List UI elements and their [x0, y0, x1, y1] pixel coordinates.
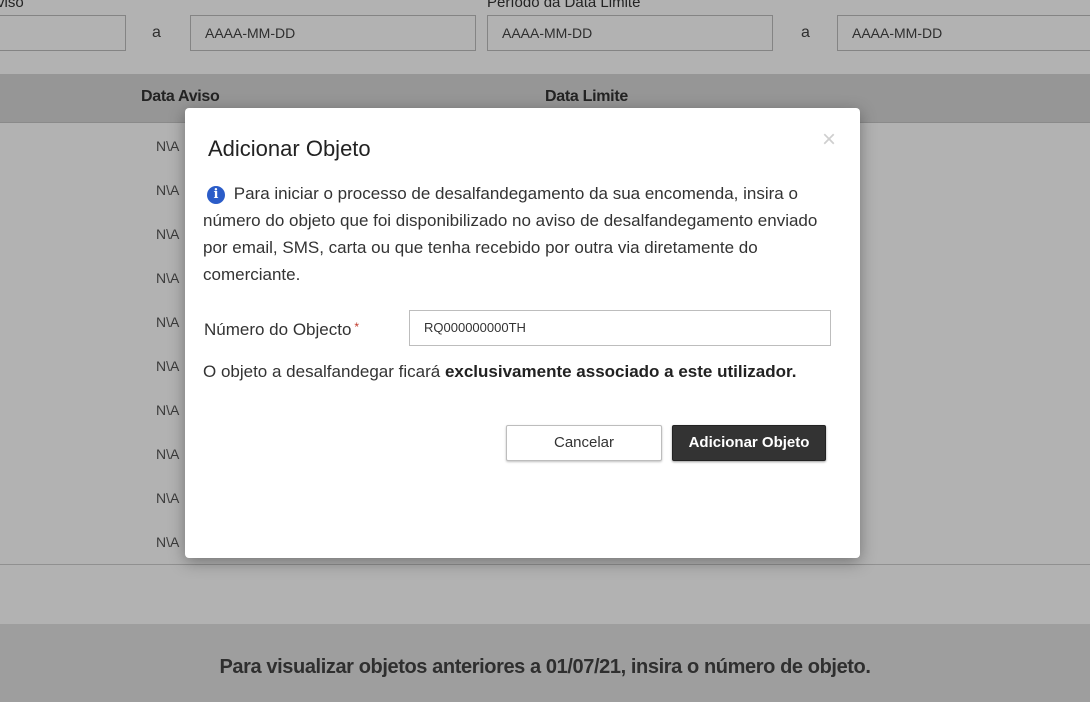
cancel-button[interactable]: Cancelar — [506, 425, 662, 461]
close-icon[interactable]: × — [822, 128, 836, 152]
dialog-intro: i Para iniciar o processo de desalfandeg… — [203, 180, 839, 288]
add-object-dialog: Adicionar Objeto × i Para iniciar o proc… — [185, 108, 860, 558]
association-note: O objeto a desalfandegar ficará exclusiv… — [203, 362, 796, 382]
dialog-title: Adicionar Objeto — [208, 136, 371, 161]
object-number-label: Número do Objecto * — [204, 320, 359, 340]
association-note-prefix: O objeto a desalfandegar ficará — [203, 362, 445, 381]
object-number-input[interactable]: RQ000000000TH — [409, 310, 831, 346]
dialog-intro-text: Para iniciar o processo de desalfandegam… — [203, 184, 818, 284]
required-mark: * — [354, 320, 360, 334]
info-icon: i — [207, 186, 225, 204]
association-note-bold: exclusivamente associado a este utilizad… — [444, 362, 797, 381]
add-object-button[interactable]: Adicionar Objeto — [672, 425, 826, 461]
object-number-label-text: Número do Objecto — [204, 320, 352, 339]
